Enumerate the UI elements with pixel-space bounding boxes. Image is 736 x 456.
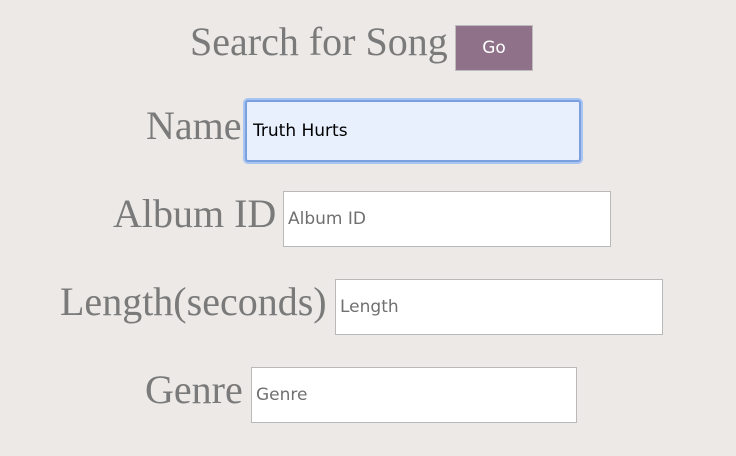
genre-label: Genre (145, 367, 243, 412)
song-search-form: Search for Song Go Name Album ID Length(… (0, 0, 736, 456)
length-input[interactable] (335, 279, 663, 335)
length-label: Length(seconds) (60, 279, 327, 324)
go-button[interactable]: Go (455, 25, 533, 71)
search-heading: Search for Song (190, 19, 448, 64)
album-id-input[interactable] (283, 191, 611, 247)
album-id-label: Album ID (113, 191, 277, 236)
name-label: Name (146, 103, 242, 148)
name-input[interactable] (245, 100, 581, 162)
genre-input[interactable] (251, 367, 577, 423)
